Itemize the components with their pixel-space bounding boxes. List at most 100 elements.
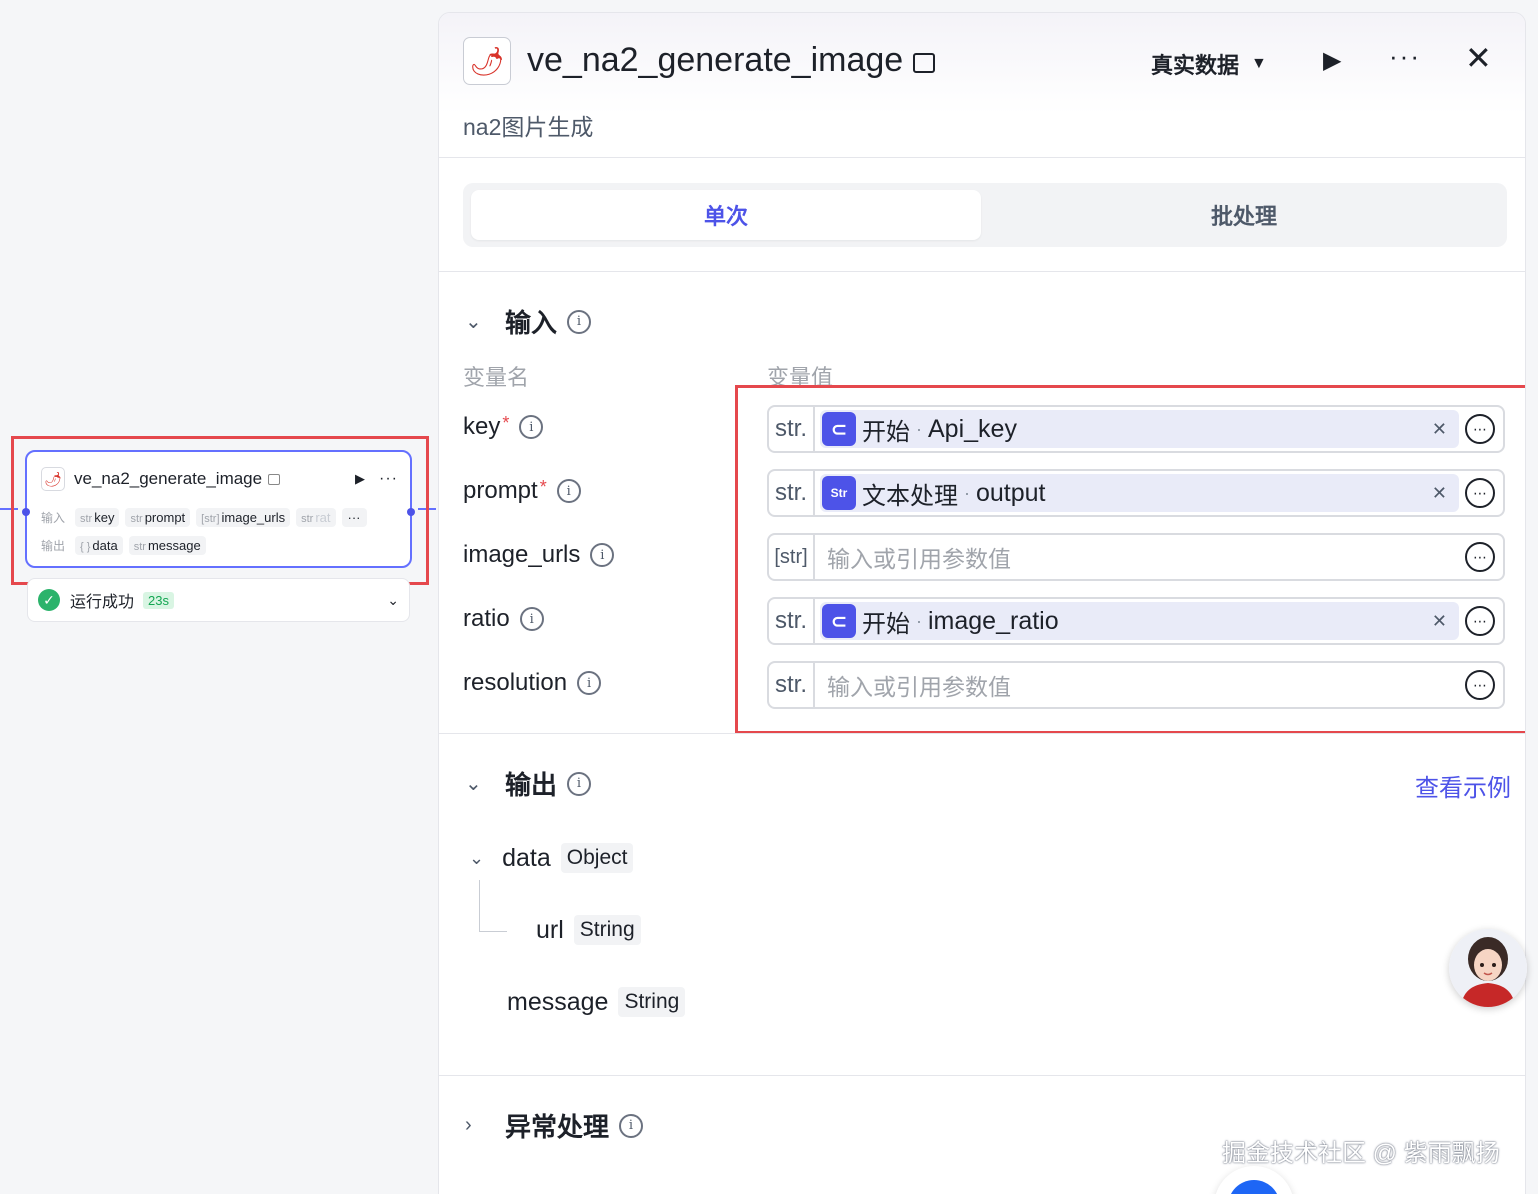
chevron-right-icon[interactable]: › [465,1114,497,1137]
node-output-chip: str message [128,536,206,555]
tab-batch[interactable]: 批处理 [989,190,1499,240]
output-type-badge: String [573,915,641,945]
type-label: str. [769,663,815,707]
tree-connector [479,880,480,932]
divider [439,733,1525,734]
plugin-logo-icon: 🌶 [463,37,511,85]
field-key[interactable]: str. ⊂ 开始 · Api_key ✕ ⋯ [767,405,1505,453]
variable-picker-icon[interactable]: ⋯ [1465,670,1495,700]
clear-icon[interactable]: ✕ [1432,419,1447,440]
plugin-badge-icon [913,53,935,73]
caret-down-icon: ▼ [1251,55,1267,72]
variable-picker-icon[interactable]: ⋯ [1465,478,1495,508]
field-prompt[interactable]: str. Str 文本处理 · output ✕ ⋯ [767,469,1505,517]
info-icon[interactable]: i [567,771,592,796]
type-label: str. [769,471,815,515]
info-icon[interactable]: i [519,607,544,631]
ref-var-name: image_ratio [928,606,1059,635]
var-name-label: ratio [463,605,510,632]
chat-icon [1228,1180,1280,1194]
node-config-panel: 🌶 ve_na2_generate_image na2图片生成 真实数据 ▼ ▶… [438,12,1526,1194]
node-run-icon[interactable]: ▶ [355,471,365,487]
ref-node-name: 文本处理 [862,482,958,510]
avatar-icon [1449,929,1527,1007]
variable-picker-icon[interactable]: ⋯ [1465,414,1495,444]
var-name-label: resolution [463,669,568,696]
reference-chip[interactable]: ⊂ 开始 · Api_key ✕ [820,410,1459,448]
required-mark: * [539,477,547,497]
node-outputs-label: 输出 [41,539,66,553]
column-label-name: 变量名 [463,365,530,390]
field-ratio[interactable]: str. ⊂ 开始 · image_ratio ✕ ⋯ [767,597,1505,645]
field-resolution[interactable]: str. 输入或引用参数值 ⋯ [767,661,1505,709]
panel-subtitle: na2图片生成 [463,114,594,140]
type-label: str. [769,407,815,451]
data-mode-label: 真实数据 [1151,53,1240,78]
tree-connector [479,931,507,932]
variable-picker-icon[interactable]: ⋯ [1465,542,1495,572]
node-input-chip: str key [75,508,120,527]
ref-node-name: 开始 [862,610,910,638]
separator: · [916,610,922,631]
node-output-chip: { } data [75,536,123,555]
info-icon[interactable]: i [619,1113,644,1138]
node-inputs-label: 输入 [41,511,66,525]
node-inputs-row: 输入 str key str prompt [str] image_urls str r… [41,508,373,527]
clear-icon[interactable]: ✕ [1432,483,1447,504]
run-mode-tabs: 单次 批处理 [463,183,1507,247]
input-section-title: 输入 [505,308,558,338]
var-name-prompt: prompt * i [463,477,581,505]
output-section-title: 输出 [505,770,558,800]
tab-single[interactable]: 单次 [471,190,981,240]
info-icon[interactable]: i [556,479,581,503]
node-inputs-more[interactable]: ··· [341,508,367,527]
ref-var-name: output [976,478,1046,507]
reference-chip[interactable]: ⊂ 开始 · image_ratio ✕ [820,602,1459,640]
var-name-resolution: resolution i [463,669,602,697]
clear-icon[interactable]: ✕ [1432,611,1447,632]
divider [439,271,1525,272]
close-icon[interactable]: ✕ [1465,39,1492,77]
info-icon[interactable]: i [519,415,544,439]
node-input-chip: [str] image_urls [196,508,291,527]
ref-var-name: Api_key [928,414,1017,443]
chevron-down-icon[interactable]: ⌄ [469,848,484,869]
output-port[interactable] [407,508,415,516]
chevron-down-icon[interactable]: ⌄ [465,771,497,796]
output-item-url: url String [536,915,641,945]
separator: · [964,482,970,503]
output-name: url [536,915,564,944]
field-placeholder[interactable]: 输入或引用参数值 [827,668,1459,702]
run-status-card[interactable]: ✓ 运行成功 23s ⌄ [27,578,410,622]
field-placeholder[interactable]: 输入或引用参数值 [827,540,1459,574]
run-duration-badge: 23s [143,591,174,609]
var-name-image-urls: image_urls i [463,541,615,569]
output-name: message [507,987,609,1016]
reference-chip[interactable]: Str 文本处理 · output ✕ [820,474,1459,512]
chevron-down-icon[interactable]: ⌄ [387,592,399,609]
plugin-logo-icon: 🌶 [41,467,65,491]
panel-title: ve_na2_generate_image [527,41,904,79]
error-section-title: 异常处理 [505,1112,610,1142]
input-port[interactable] [22,508,30,516]
variable-picker-icon[interactable]: ⋯ [1465,606,1495,636]
error-section-header[interactable]: › 异常处理 i [465,1107,644,1144]
info-icon[interactable]: i [567,309,592,334]
assistant-avatar[interactable] [1449,929,1527,1007]
input-section-header[interactable]: ⌄ 输入 i [465,303,592,340]
info-icon[interactable]: i [577,671,602,695]
chevron-down-icon[interactable]: ⌄ [465,309,497,334]
view-example-link[interactable]: 查看示例 [1415,768,1511,803]
output-section-header[interactable]: ⌄ 输出 i [465,765,592,802]
node-more-icon[interactable]: ··· [379,470,398,488]
output-name: data [502,843,551,872]
more-icon[interactable]: ··· [1389,41,1421,72]
info-icon[interactable]: i [590,543,615,567]
success-check-icon: ✓ [38,589,60,611]
data-mode-dropdown[interactable]: 真实数据 ▼ [1151,48,1267,80]
run-icon[interactable]: ▶ [1323,46,1341,75]
node-title: ve_na2_generate_image [74,469,263,488]
field-image-urls[interactable]: [str] 输入或引用参数值 ⋯ [767,533,1505,581]
var-name-key: key * i [463,413,544,441]
workflow-node-card[interactable]: 🌶 ve_na2_generate_image ▶ ··· 输入 str key … [22,450,415,568]
